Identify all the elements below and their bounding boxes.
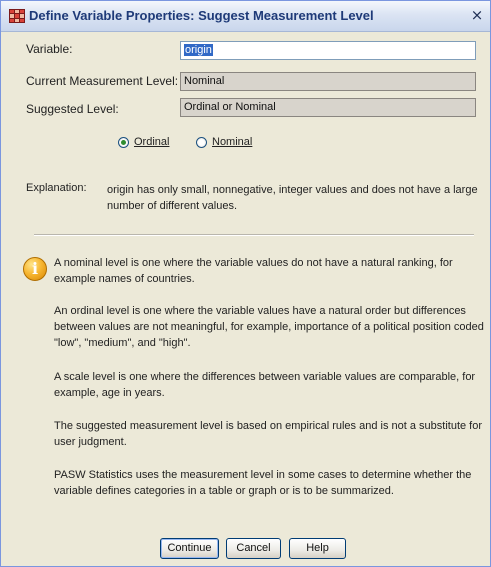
radio-nominal-indicator[interactable]: [196, 136, 207, 148]
cancel-button[interactable]: Cancel: [226, 538, 281, 559]
info-paragraph-nominal: A nominal level is one where the variabl…: [54, 257, 453, 285]
info-paragraph-suggested: The suggested measurement level is based…: [54, 420, 483, 448]
separator: [34, 234, 474, 236]
suggested-level-field: Ordinal or Nominal: [180, 98, 476, 117]
help-button[interactable]: Help: [289, 538, 346, 559]
radio-ordinal-indicator[interactable]: [118, 136, 129, 148]
radio-nominal[interactable]: Nominal: [196, 136, 252, 148]
info-icon: i: [23, 257, 47, 281]
variable-label: Variable:: [26, 42, 73, 56]
suggested-level-label: Suggested Level:: [26, 102, 119, 116]
info-paragraph-scale: A scale level is one where the differenc…: [54, 371, 476, 399]
radio-ordinal[interactable]: Ordinal: [118, 136, 169, 148]
explanation-label: Explanation:: [26, 182, 87, 194]
radio-ordinal-label: Ordinal: [134, 136, 170, 148]
variable-value: origin: [184, 44, 213, 56]
spss-app-icon: [9, 9, 25, 23]
close-icon[interactable]: ×: [468, 7, 486, 24]
explanation-text: origin has only small, nonnegative, inte…: [107, 184, 478, 212]
suggest-measurement-dialog: Define Variable Properties: Suggest Meas…: [0, 0, 491, 567]
current-level-field: Nominal: [180, 72, 476, 91]
title-bar[interactable]: Define Variable Properties: Suggest Meas…: [1, 1, 490, 32]
current-level-label: Current Measurement Level:: [26, 74, 179, 88]
continue-button[interactable]: Continue: [160, 538, 219, 559]
variable-field[interactable]: origin: [180, 41, 476, 60]
radio-nominal-label: Nominal: [212, 136, 253, 148]
info-paragraph-pasw: PASW Statistics uses the measurement lev…: [54, 469, 472, 497]
dialog-title: Define Variable Properties: Suggest Meas…: [29, 8, 374, 23]
info-paragraph-ordinal: An ordinal level is one where the variab…: [54, 305, 484, 349]
